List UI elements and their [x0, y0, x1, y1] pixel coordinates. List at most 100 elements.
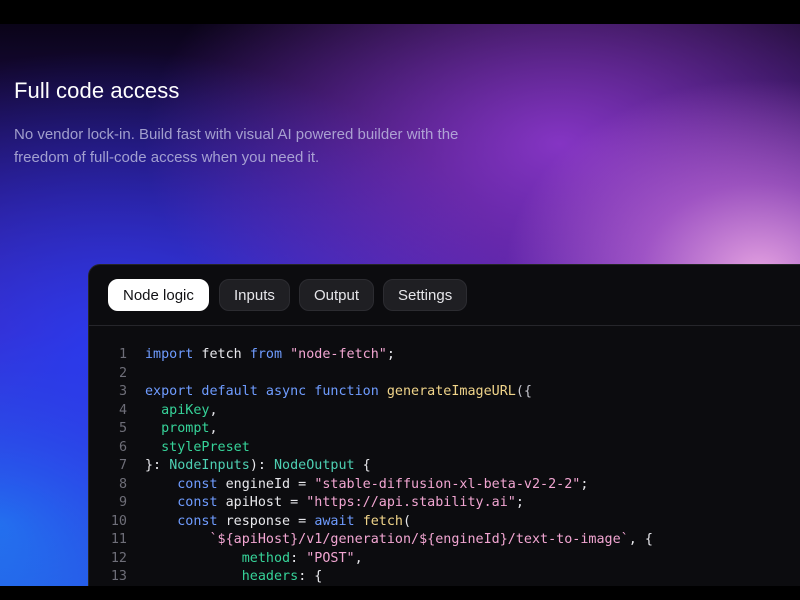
code-token: prompt: [161, 421, 210, 436]
code-line: 3 export default async function generateI…: [89, 383, 800, 402]
line-source: const apiHost = "https://api.stability.a…: [145, 494, 524, 513]
tab-output[interactable]: Output: [299, 279, 375, 311]
viewport: Full code access No vendor lock-in. Buil…: [0, 0, 800, 600]
code-token: "node-fetch": [290, 347, 387, 362]
tab-inputs[interactable]: Inputs: [219, 279, 290, 311]
line-number: 13: [110, 569, 127, 584]
code-token: method: [241, 550, 291, 566]
code-token: ;: [580, 476, 589, 492]
line-source: import fetch from "node-fetch";: [145, 346, 395, 365]
code-token: headers: [241, 569, 299, 584]
code-token: ,: [209, 421, 218, 436]
code-token: {: [354, 458, 371, 473]
code-token: "stable-diffusion-xl-beta-v2-2-2": [314, 476, 581, 492]
code-token: export default async function: [145, 384, 379, 399]
code-token: :: [290, 550, 307, 566]
code-token: : {: [298, 569, 323, 584]
hero-title: Full code access: [14, 78, 180, 103]
code-line: 1 import fetch from "node-fetch";: [89, 346, 800, 365]
code-token: response =: [217, 513, 315, 529]
code-token: generateImageURL: [386, 384, 516, 399]
code-line: 12 method: "POST",: [89, 550, 800, 569]
code-token: engineId =: [217, 476, 315, 492]
code-line: 10 const response = await fetch(: [89, 513, 800, 532]
code-line: 5 prompt,: [89, 420, 800, 439]
code-token: `${apiHost}/v1/generation/${engineId}/te…: [209, 532, 629, 547]
code-token: NodeInputs: [169, 458, 250, 473]
line-number: 10: [110, 513, 127, 529]
line-source: export default async function generateIm…: [145, 383, 532, 402]
code-token: const: [177, 513, 218, 529]
line-number: 11: [110, 532, 127, 547]
code-listing[interactable]: 1 import fetch from "node-fetch"; 2 3 export…: [89, 346, 800, 586]
code-token: import: [145, 347, 194, 362]
code-token: apiHost =: [217, 495, 307, 510]
line-number: 1: [118, 347, 127, 362]
line-number: 9: [118, 495, 127, 510]
code-line: 8 const engineId = "stable-diffusion-xl-…: [89, 476, 800, 495]
code-token: fetch: [362, 513, 403, 529]
tab-node-logic[interactable]: Node logic: [108, 279, 209, 311]
line-number: 2: [118, 365, 127, 381]
code-line: 6 stylePreset: [89, 439, 800, 458]
line-source: }: NodeInputs): NodeOutput {: [145, 457, 371, 476]
code-line: 9 const apiHost = "https://api.stability…: [89, 494, 800, 513]
code-token: ;: [515, 495, 524, 510]
line-number: 5: [118, 421, 127, 436]
line-source: stylePreset: [145, 439, 250, 458]
line-source: const response = await fetch(: [145, 513, 411, 532]
line-number: 12: [110, 550, 127, 566]
code-token: fetch: [193, 347, 250, 362]
code-token: ;: [386, 347, 395, 362]
line-source: method: "POST",: [145, 550, 363, 569]
line-source: prompt,: [145, 420, 218, 439]
code-line: 7}: NodeInputs): NodeOutput {: [89, 457, 800, 476]
line-source: apiKey,: [145, 402, 218, 421]
line-number: 6: [118, 439, 127, 455]
hero-subtitle: No vendor lock-in. Build fast with visua…: [14, 123, 554, 169]
code-token: "POST": [306, 550, 355, 566]
editor-tab-bar: Node logic Inputs Output Settings: [89, 265, 800, 326]
code-line: 11 `${apiHost}/v1/generation/${engineId}…: [89, 531, 800, 550]
code-token: from: [249, 347, 283, 362]
line-number: 3: [118, 384, 127, 399]
code-token: NodeOutput: [274, 458, 355, 473]
code-token: const: [177, 476, 218, 492]
code-token: }:: [145, 458, 170, 473]
line-source: `${apiHost}/v1/generation/${engineId}/te…: [145, 531, 653, 550]
line-number: 4: [118, 402, 127, 418]
hero-subtitle-line-2: freedom of full-code access when you nee…: [14, 149, 320, 166]
code-token: ):: [249, 458, 274, 473]
code-token: ,: [354, 550, 363, 566]
line-source: const engineId = "stable-diffusion-xl-be…: [145, 476, 588, 495]
line-source: headers: {: [145, 568, 323, 586]
code-line: 2: [89, 365, 800, 384]
code-token: stylePreset: [161, 439, 250, 455]
tab-settings[interactable]: Settings: [383, 279, 468, 311]
hero-subtitle-line-1: No vendor lock-in. Build fast with visua…: [14, 126, 459, 143]
code-editor-panel: Node logic Inputs Output Settings 1 impor…: [88, 264, 800, 586]
hero-section: Full code access No vendor lock-in. Buil…: [0, 24, 800, 586]
code-token: await: [314, 513, 355, 529]
code-line: 13 headers: {: [89, 568, 800, 586]
code-token: const: [177, 495, 218, 510]
line-number: 8: [118, 476, 127, 492]
code-line: 4 apiKey,: [89, 402, 800, 421]
code-token: (: [403, 513, 412, 529]
code-token: ,: [209, 402, 218, 418]
code-token: , {: [628, 532, 653, 547]
code-token: apiKey: [161, 402, 210, 418]
line-number: 7: [118, 458, 127, 473]
